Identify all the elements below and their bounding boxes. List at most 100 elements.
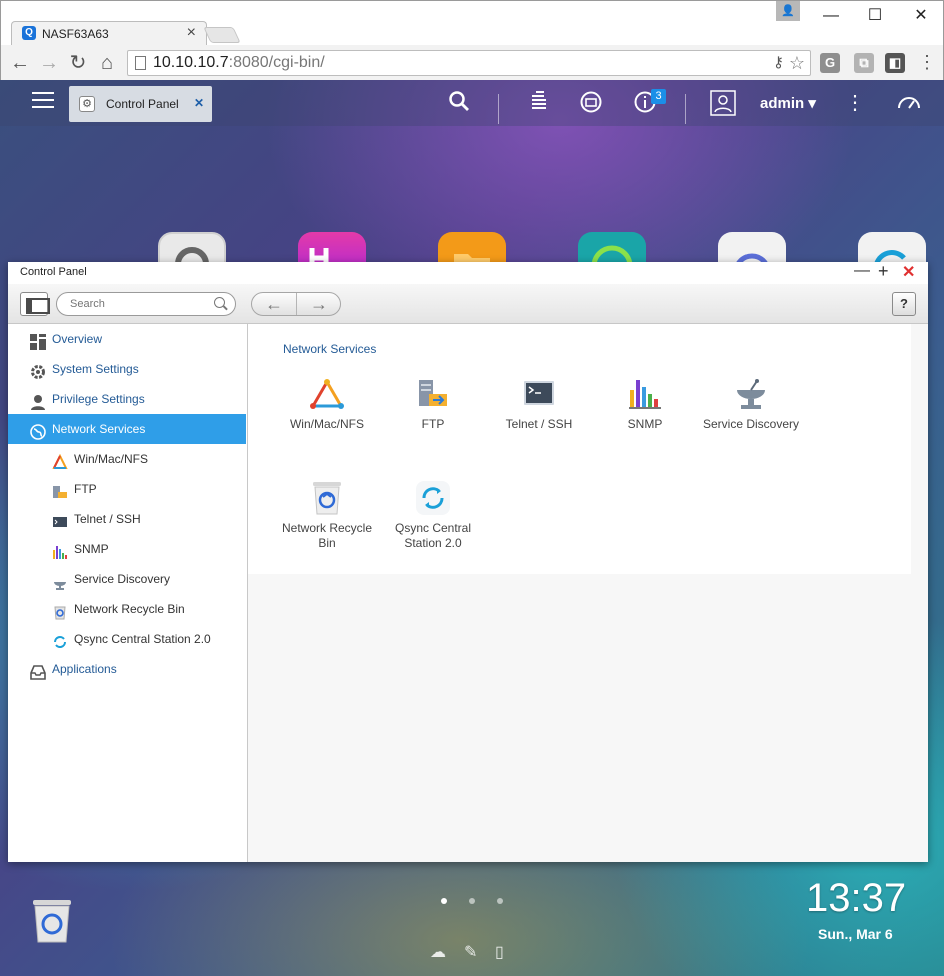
sidebar-item-label: System Settings xyxy=(52,362,139,376)
user-menu[interactable]: admin ▾ xyxy=(760,94,816,112)
satellite-icon xyxy=(733,376,769,412)
browser-menu-icon[interactable]: ⋮ xyxy=(915,50,939,74)
sidebar-item-label: Win/Mac/NFS xyxy=(74,452,149,466)
maximize-button[interactable]: ☐ xyxy=(852,1,898,31)
bar-chart-icon xyxy=(627,376,663,412)
triangle-icon xyxy=(309,376,345,412)
app-label: SNMP xyxy=(627,417,663,431)
browser-toolbar: ← → ↻ ⌂ 10.10.10.7:8080/cgi-bin/ ⚷ ☆ G ⧉… xyxy=(1,45,943,81)
extension-g-icon[interactable]: G xyxy=(820,53,840,73)
profile-icon[interactable]: 👤 xyxy=(776,1,800,21)
sidebar-item-ftp[interactable]: FTP xyxy=(8,474,246,504)
app-network-recycle-bin[interactable]: Network Recycle Bin xyxy=(277,480,377,551)
close-tab-icon[interactable]: × xyxy=(187,24,196,42)
app-label: Telnet / SSH xyxy=(505,417,573,431)
sidebar-item-network-services[interactable]: Network Services xyxy=(8,414,246,444)
taskbar-tab-label: Control Panel xyxy=(106,97,179,111)
sidebar-item-network-recycle-bin[interactable]: Network Recycle Bin xyxy=(8,594,246,624)
window-title-bar: Control Panel — + ✕ xyxy=(8,261,928,284)
browser-tab-title: NASF63A63 xyxy=(42,27,109,41)
bookmark-star-icon[interactable]: ☆ xyxy=(789,51,805,75)
sidebar-item-telnet-ssh[interactable]: Telnet / SSH xyxy=(8,504,246,534)
page-dot[interactable] xyxy=(469,898,475,904)
sidebar-item-overview[interactable]: Overview xyxy=(8,324,246,354)
dashboard-gauge-icon[interactable] xyxy=(896,90,922,116)
help-button[interactable]: ? xyxy=(892,292,916,316)
app-label: Qsync Central Station 2.0 xyxy=(394,521,472,550)
top-bar-divider xyxy=(498,94,499,124)
satellite-icon xyxy=(52,571,68,590)
sidebar-item-win-mac-nfs[interactable]: Win/Mac/NFS xyxy=(8,444,246,474)
close-window-button[interactable]: ✕ xyxy=(898,1,944,31)
main-content: Network Services Win/Mac/NFS FTP Telnet … xyxy=(248,324,928,862)
sidebar-item-label: Overview xyxy=(52,332,103,346)
extension-shield-icon[interactable]: ◧ xyxy=(885,53,905,73)
search-icon[interactable] xyxy=(446,90,472,116)
page-dot[interactable] xyxy=(497,898,503,904)
reload-icon[interactable]: ↻ xyxy=(66,51,90,75)
sidebar-toggle-button[interactable] xyxy=(20,292,50,316)
window-minimize-icon[interactable]: — xyxy=(854,262,870,280)
app-win-mac-nfs[interactable]: Win/Mac/NFS xyxy=(277,376,377,432)
applications-icon xyxy=(30,661,46,680)
key-icon[interactable]: ⚷ xyxy=(773,51,784,75)
app-telnet-ssh[interactable]: Telnet / SSH xyxy=(489,376,589,432)
gear-icon: ⚙ xyxy=(79,96,95,112)
sidebar-item-applications[interactable]: Applications xyxy=(8,654,246,684)
external-device-icon[interactable] xyxy=(578,90,604,116)
extension-copy-icon[interactable]: ⧉ xyxy=(854,53,874,73)
page-dot-active[interactable] xyxy=(441,898,447,904)
window-maximize-icon[interactable]: + xyxy=(878,261,889,282)
main-menu-icon[interactable] xyxy=(32,92,54,110)
forward-arrow-icon[interactable]: → xyxy=(297,293,341,315)
ftp-icon xyxy=(52,481,68,498)
back-icon[interactable]: ← xyxy=(8,51,32,75)
ftp-icon xyxy=(415,376,451,412)
new-tab-button[interactable] xyxy=(203,27,241,43)
address-bar[interactable]: 10.10.10.7:8080/cgi-bin/ ⚷ ☆ xyxy=(127,50,811,76)
window-body: Overview System Settings Privilege Setti… xyxy=(8,324,928,862)
forward-icon[interactable]: → xyxy=(37,51,61,75)
app-service-discovery[interactable]: Service Discovery xyxy=(701,376,801,432)
qnap-favicon-icon: Q xyxy=(22,26,36,40)
sidebar-item-snmp[interactable]: SNMP xyxy=(8,534,246,564)
sidebar-item-label: FTP xyxy=(74,482,97,496)
sidebar-item-label: Telnet / SSH xyxy=(74,512,141,526)
app-snmp[interactable]: SNMP xyxy=(595,376,695,432)
sidebar-item-service-discovery[interactable]: Service Discovery xyxy=(8,564,246,594)
recycle-icon xyxy=(309,480,345,516)
window-close-icon[interactable]: ✕ xyxy=(902,262,915,282)
window-title: Control Panel xyxy=(20,266,87,278)
app-qsync-central-station[interactable]: Qsync Central Station 2.0 xyxy=(383,480,483,551)
browser-tab[interactable]: Q NASF63A63 × xyxy=(11,21,207,45)
back-arrow-icon[interactable]: ← xyxy=(252,293,296,315)
sidebar-item-privilege-settings[interactable]: Privilege Settings xyxy=(8,384,246,414)
more-options-icon[interactable]: ⋮ xyxy=(842,90,868,116)
sidebar-item-label: SNMP xyxy=(74,542,109,556)
page-icon xyxy=(135,56,146,70)
sidebar-item-system-settings[interactable]: System Settings xyxy=(8,354,246,384)
minimize-button[interactable]: — xyxy=(808,1,854,31)
user-avatar-icon[interactable] xyxy=(710,90,736,116)
app-label: Win/Mac/NFS xyxy=(289,417,364,431)
tools-icon[interactable]: ✎ xyxy=(464,942,477,962)
sidebar-item-label: Qsync Central Station 2.0 xyxy=(74,632,211,646)
username: admin xyxy=(760,95,805,112)
background-tasks-icon[interactable] xyxy=(526,90,552,116)
search-icon[interactable] xyxy=(214,297,225,308)
sidebar-item-label: Applications xyxy=(52,662,117,676)
desktop-date: Sun., Mar 6 xyxy=(818,926,893,942)
url-host: 10.10.10.7 xyxy=(153,54,229,71)
recycle-icon xyxy=(52,601,68,620)
qts-top-bar: ⚙ Control Panel ✕ 3 admin ▾ ⋮ xyxy=(0,80,944,126)
taskbar-control-panel-tab[interactable]: ⚙ Control Panel ✕ xyxy=(69,86,212,122)
trash-icon[interactable] xyxy=(31,898,73,944)
cloud-icon[interactable]: ☁ xyxy=(430,942,446,962)
sidebar-item-qsync-central-station[interactable]: Qsync Central Station 2.0 xyxy=(8,624,246,654)
close-icon[interactable]: ✕ xyxy=(194,96,204,110)
search-input[interactable] xyxy=(56,292,236,316)
home-icon[interactable]: ⌂ xyxy=(95,51,119,75)
app-ftp[interactable]: FTP xyxy=(383,376,483,432)
book-icon[interactable]: ▯ xyxy=(495,942,504,962)
sidebar-item-label: Service Discovery xyxy=(74,572,171,586)
